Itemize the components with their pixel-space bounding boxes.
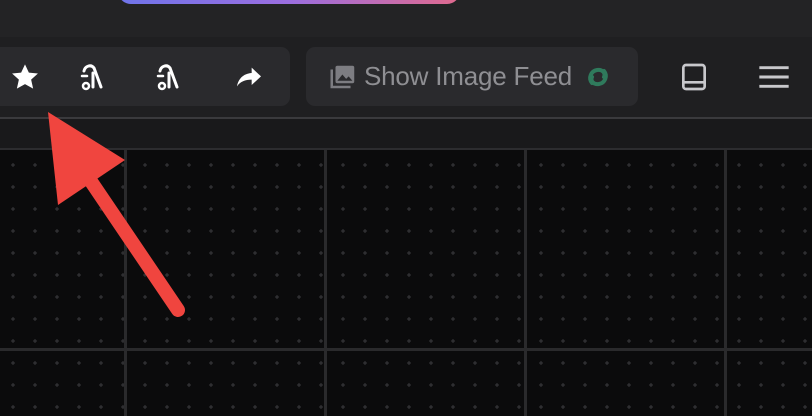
refresh-logo-icon (588, 67, 608, 86)
favorite-button[interactable] (2, 47, 48, 106)
share-arrow-icon (237, 67, 261, 86)
hand-reaction-icon (156, 63, 179, 90)
top-bar (0, 0, 812, 37)
toggle-panel-button[interactable] (669, 47, 719, 106)
share-button[interactable] (226, 47, 272, 106)
grid-divider (724, 150, 727, 416)
gradient-pill-button[interactable] (118, 0, 460, 4)
star-icon (12, 63, 38, 89)
grid-divider (124, 150, 127, 416)
panel-bottom-icon (682, 63, 706, 90)
grid-divider (524, 150, 527, 416)
reaction-button-2[interactable] (146, 47, 192, 106)
grid-divider (324, 150, 327, 416)
grid-dot-pattern (0, 150, 812, 416)
image-grid (0, 150, 812, 416)
image-feed-label: Show Image Feed (364, 61, 573, 91)
reaction-button-1[interactable] (70, 47, 116, 106)
grid-divider (0, 348, 812, 351)
hand-reaction-icon (80, 63, 103, 90)
action-button-group (0, 47, 290, 106)
image-icon (330, 65, 355, 88)
menu-button[interactable] (749, 47, 799, 106)
toolbar: Show Image Feed (0, 37, 812, 117)
show-image-feed-button[interactable]: Show Image Feed (306, 47, 638, 106)
divider-strip (0, 117, 812, 150)
hamburger-menu-icon (759, 65, 789, 88)
